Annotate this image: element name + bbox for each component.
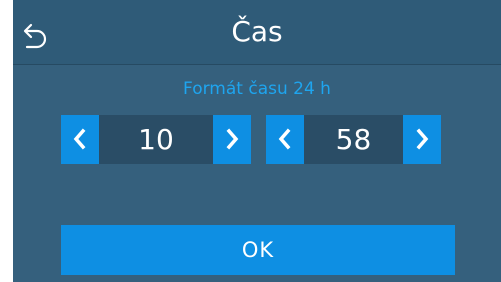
- minutes-stepper: 58: [266, 115, 441, 164]
- ok-button[interactable]: OK: [61, 225, 455, 275]
- hours-stepper: 10: [61, 115, 251, 164]
- header-bar: Čas: [13, 0, 501, 65]
- hours-increment-button[interactable]: [213, 115, 251, 164]
- hours-value: 10: [99, 115, 213, 164]
- minutes-decrement-button[interactable]: [266, 115, 304, 164]
- minutes-increment-button[interactable]: [403, 115, 441, 164]
- hours-decrement-button[interactable]: [61, 115, 99, 164]
- minutes-value: 58: [304, 115, 403, 164]
- time-settings-screen: Čas Formát času 24 h 10 58 OK: [13, 0, 501, 282]
- time-format-label: Formát času 24 h: [183, 79, 331, 99]
- page-title: Čas: [231, 15, 283, 48]
